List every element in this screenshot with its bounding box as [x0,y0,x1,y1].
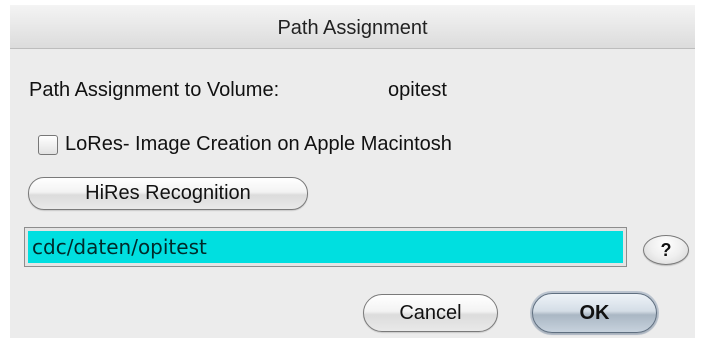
path-assignment-dialog: Path Assignment Path Assignment to Volum… [10,5,695,338]
path-input[interactable]: cdc/daten/opitest [24,227,627,267]
help-button[interactable]: ? [643,235,689,265]
lores-checkbox[interactable] [38,135,58,155]
lores-checkbox-label[interactable]: LoRes- Image Creation on Apple Macintosh [65,133,452,156]
volume-name: opitest [388,79,447,101]
ok-button[interactable]: OK [532,293,657,333]
volume-label: Path Assignment to Volume: [29,79,280,101]
title-bar[interactable]: Path Assignment [10,5,695,49]
cancel-button[interactable]: Cancel [363,294,498,332]
hires-recognition-button[interactable]: HiRes Recognition [28,177,308,210]
dialog-title: Path Assignment [277,17,428,39]
